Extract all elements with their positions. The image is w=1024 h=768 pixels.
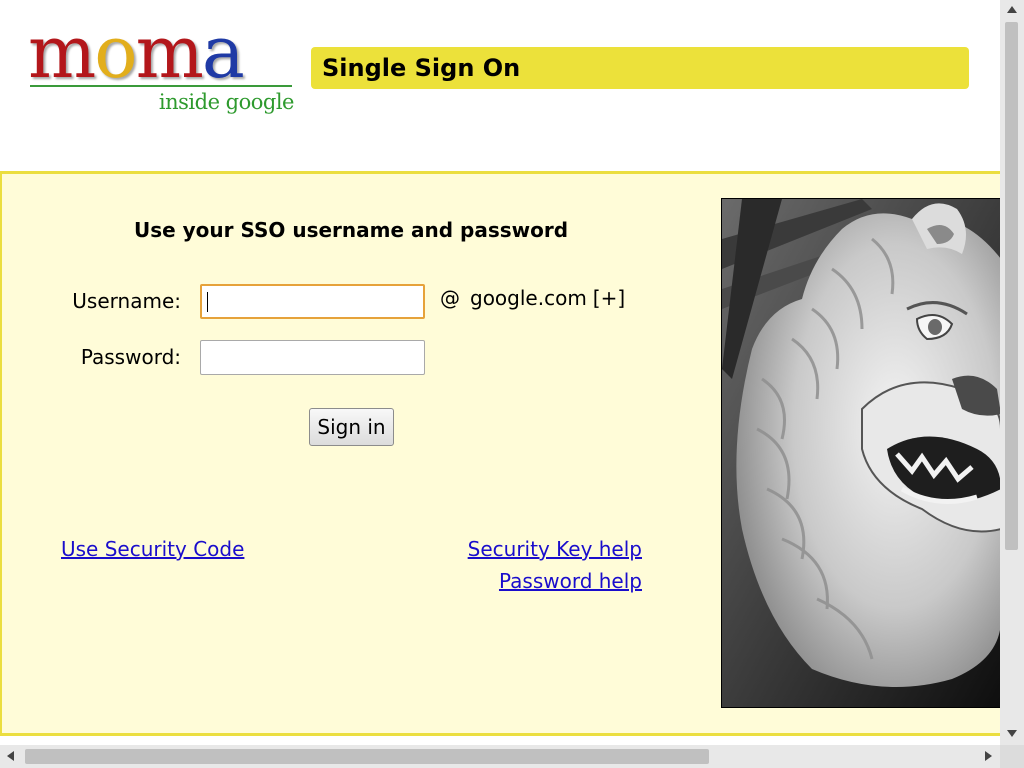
password-help-link[interactable]: Password help bbox=[499, 569, 642, 593]
logo-letter: m bbox=[28, 10, 96, 94]
vertical-scroll-thumb[interactable] bbox=[1005, 22, 1018, 550]
domain-expand-toggle[interactable]: [+] bbox=[593, 286, 625, 310]
password-label: Password: bbox=[80, 345, 181, 369]
scroll-up-arrow-icon[interactable] bbox=[1007, 6, 1017, 13]
sign-in-button[interactable]: Sign in bbox=[309, 408, 394, 446]
moma-logo: moma inside google bbox=[28, 16, 296, 118]
at-sign: @ bbox=[440, 286, 460, 310]
vertical-scrollbar[interactable] bbox=[1000, 0, 1024, 745]
scrollbar-corner bbox=[1000, 745, 1024, 768]
logo-underline bbox=[30, 85, 292, 87]
username-label: Username: bbox=[72, 289, 181, 313]
form-heading: Use your SSO username and password bbox=[133, 218, 569, 242]
logo-letter: o bbox=[94, 10, 137, 94]
password-input[interactable] bbox=[200, 340, 425, 375]
page-title: Single Sign On bbox=[322, 54, 521, 82]
security-key-help-link[interactable]: Security Key help bbox=[468, 537, 642, 561]
scroll-left-arrow-icon[interactable] bbox=[7, 751, 14, 761]
page-title-bar: Single Sign On bbox=[311, 47, 969, 89]
scroll-right-arrow-icon[interactable] bbox=[985, 751, 992, 761]
lion-statue-photo bbox=[721, 198, 1000, 708]
logo-letter: m bbox=[135, 10, 204, 94]
use-security-code-link[interactable]: Use Security Code bbox=[61, 537, 244, 561]
domain-suffix: @ google.com [+] bbox=[440, 286, 625, 310]
text-caret bbox=[207, 292, 208, 312]
logo-tagline: inside google bbox=[158, 90, 295, 114]
domain-name: google.com bbox=[470, 286, 587, 310]
logo-letter: a bbox=[201, 10, 245, 94]
horizontal-scrollbar[interactable] bbox=[0, 745, 1000, 768]
logo-wordmark: moma bbox=[28, 10, 245, 94]
username-input[interactable] bbox=[200, 284, 425, 319]
scroll-down-arrow-icon[interactable] bbox=[1007, 730, 1017, 737]
horizontal-scroll-thumb[interactable] bbox=[25, 749, 709, 764]
